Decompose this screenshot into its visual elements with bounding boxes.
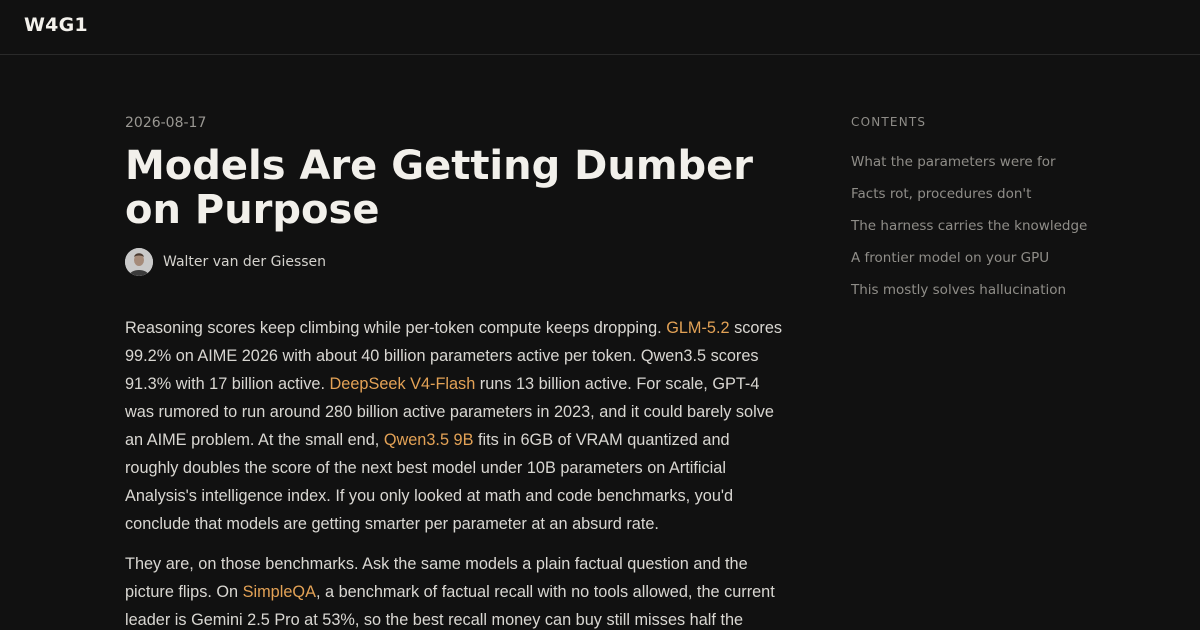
inline-link[interactable]: Qwen3.5 9B <box>384 431 474 449</box>
table-of-contents: CONTENTS What the parameters were for Fac… <box>851 114 1091 310</box>
article-paragraph: Reasoning scores keep climbing while per… <box>125 314 785 538</box>
paragraph-text: Reasoning scores keep climbing while per… <box>125 319 667 337</box>
toc-link[interactable]: A frontier model on your GPU <box>851 246 1091 270</box>
post-date: 2026-08-17 <box>125 115 207 131</box>
post-title: Models Are Getting Dumber on Purpose <box>125 143 754 233</box>
article-paragraph: They are, on those benchmarks. Ask the s… <box>125 550 785 630</box>
site-header: W4G1 <box>0 0 1200 55</box>
site-logo[interactable]: W4G1 <box>24 14 88 36</box>
toc-item: The harness carries the knowledge <box>851 214 1091 238</box>
toc-link[interactable]: What the parameters were for <box>851 150 1091 174</box>
author-name: Walter van der Giessen <box>163 254 327 270</box>
inline-link[interactable]: GLM-5.2 <box>666 319 729 337</box>
article-body: Reasoning scores keep climbing while per… <box>125 314 785 630</box>
toc-heading: CONTENTS <box>851 115 927 129</box>
toc-list: What the parameters were for Facts rot, p… <box>851 150 1091 302</box>
toc-item: What the parameters were for <box>851 150 1091 174</box>
toc-item: Facts rot, procedures don't <box>851 182 1091 206</box>
inline-link[interactable]: SimpleQA <box>243 583 316 601</box>
toc-item: A frontier model on your GPU <box>851 246 1091 270</box>
toc-link[interactable]: The harness carries the knowledge <box>851 214 1091 238</box>
toc-link[interactable]: This mostly solves hallucination <box>851 278 1091 302</box>
article: 2026-08-17 Models Are Getting Dumber on … <box>125 114 785 630</box>
toc-item: This mostly solves hallucination <box>851 278 1091 302</box>
inline-link[interactable]: DeepSeek V4-Flash <box>330 375 476 393</box>
toc-link[interactable]: Facts rot, procedures don't <box>851 182 1091 206</box>
author-byline: Walter van der Giessen <box>125 248 785 276</box>
author-avatar <box>125 248 153 276</box>
